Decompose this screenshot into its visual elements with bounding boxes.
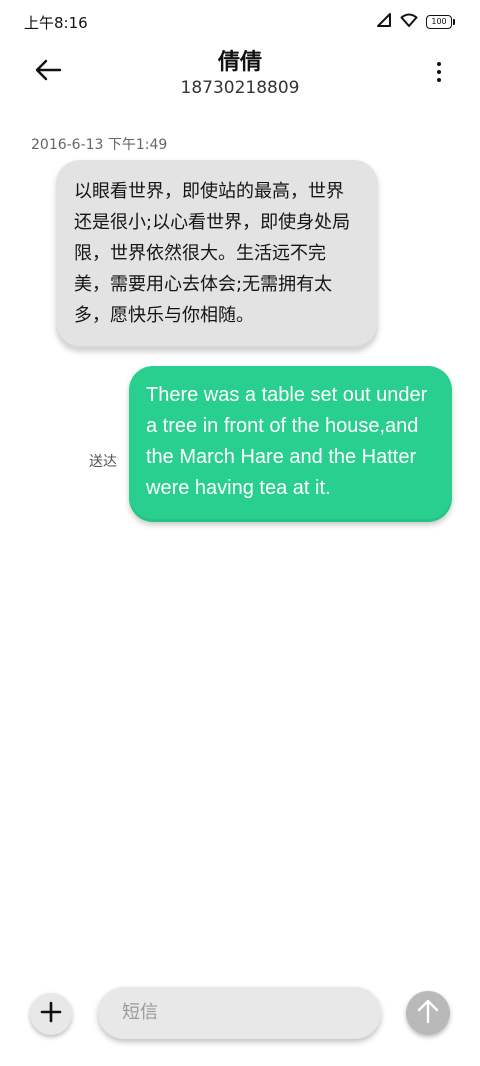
status-icons: 100: [376, 12, 455, 31]
message-timestamp: 2016-6-13 下午1:49: [31, 137, 168, 153]
signal-icon: [376, 12, 392, 31]
delivery-status: 送达: [89, 454, 117, 470]
battery-icon: 100: [426, 14, 455, 29]
plus-icon: [40, 1001, 62, 1027]
outgoing-message-bubble[interactable]: There was a table set out under a tree i…: [129, 366, 452, 522]
more-options-button[interactable]: [428, 56, 450, 88]
incoming-message-bubble[interactable]: 以眼看世界，即使站的最高，世界还是很小;以心看世界，即使身处局限，世界依然很大。…: [56, 160, 378, 349]
add-attachment-button[interactable]: [30, 993, 72, 1035]
sms-conversation-screen: 上午8:16 100 倩倩 18730218809 2016-6-13 下午1:…: [0, 0, 480, 1066]
wifi-icon: [400, 12, 418, 31]
status-time: 上午8:16: [24, 14, 88, 32]
contact-name: 倩倩: [217, 50, 262, 75]
sms-input[interactable]: 短信: [98, 987, 381, 1039]
compose-bar: 短信: [0, 985, 480, 1045]
send-arrow-up-icon: [415, 998, 441, 1028]
more-vertical-icon: [437, 62, 441, 66]
send-button[interactable]: [406, 991, 450, 1035]
conversation-header: 倩倩 18730218809: [0, 40, 480, 102]
contact-phone-number: 18730218809: [180, 78, 300, 98]
